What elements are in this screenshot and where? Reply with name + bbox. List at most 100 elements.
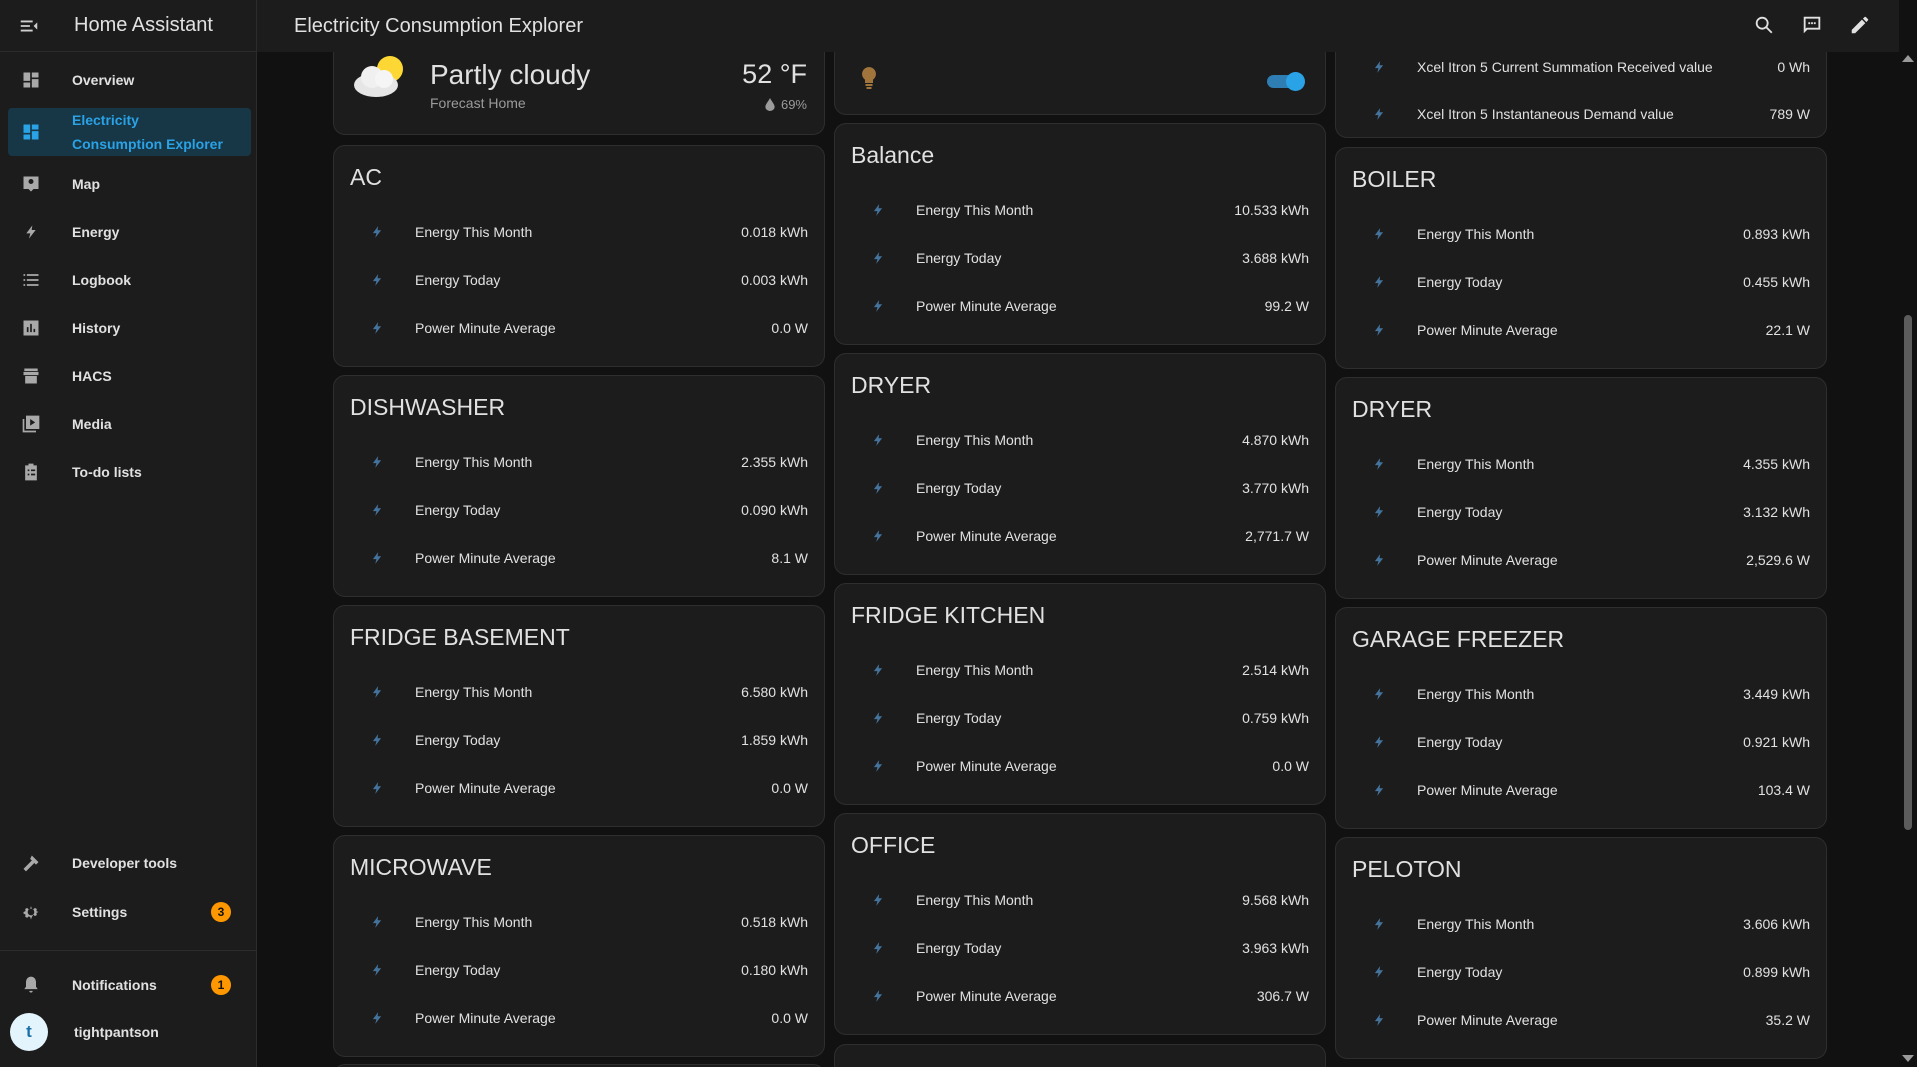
entity-row[interactable]: Energy Today 3.963 kWh <box>851 928 1309 968</box>
sidebar-item-map[interactable]: Map <box>8 170 251 198</box>
entity-value: 0.180 kWh <box>741 962 808 978</box>
sidebar-item-logbook[interactable]: Logbook <box>8 266 251 294</box>
search-icon[interactable] <box>1751 12 1777 38</box>
entity-row[interactable]: Energy Today 1.859 kWh <box>350 720 808 760</box>
entity-row[interactable]: Energy This Month 4.355 kWh <box>1352 444 1810 484</box>
device-card-boiler: BOILER Energy This Month 0.893 kWh Energy T… <box>1335 147 1827 369</box>
device-card-microwave: MICROWAVE Energy This Month 0.518 kWh Energ… <box>333 835 825 1057</box>
entity-row[interactable]: Energy This Month 0.893 kWh <box>1352 214 1810 254</box>
entity-name: Power Minute Average <box>916 298 1057 314</box>
entity-row[interactable]: Power Minute Average 103.4 W <box>1352 770 1810 810</box>
entity-row[interactable]: Energy Today 0.455 kWh <box>1352 262 1810 302</box>
entity-row[interactable]: Energy This Month 0.018 kWh <box>350 212 808 252</box>
entity-row[interactable]: Power Minute Average 306.7 W <box>851 976 1309 1016</box>
entity-row[interactable]: Energy Today 0.003 kWh <box>350 260 808 300</box>
card-title: DISHWASHER <box>350 394 506 420</box>
entity-row[interactable]: Energy Today 3.770 kWh <box>851 468 1309 508</box>
entity-name: Energy Today <box>916 710 1002 726</box>
scrollbar-thumb[interactable] <box>1904 315 1912 830</box>
sidebar-header: Home Assistant <box>0 0 256 52</box>
entity-row[interactable]: Energy Today 0.759 kWh <box>851 698 1309 738</box>
sidebar-item-developer-tools[interactable]: Developer tools <box>8 849 251 877</box>
assist-chat-icon[interactable] <box>1799 12 1825 38</box>
entity-row[interactable]: Energy Today 0.921 kWh <box>1352 722 1810 762</box>
sidebar-divider <box>0 950 257 951</box>
sidebar-item-history[interactable]: History <box>8 314 251 342</box>
sidebar-item-hacs[interactable]: HACS <box>8 362 251 390</box>
entity-row[interactable]: Energy Today 0.899 kWh <box>1352 952 1810 992</box>
entity-value: 103.4 W <box>1757 782 1810 798</box>
entity-name: Xcel Itron 5 Instantaneous Demand value <box>1417 106 1674 122</box>
sidebar-item-media[interactable]: Media <box>8 410 251 438</box>
entity-row[interactable]: Power Minute Average 0.0 W <box>851 746 1309 786</box>
entity-row[interactable]: Power Minute Average 22.1 W <box>1352 310 1810 350</box>
entity-row[interactable]: Energy This Month 2.514 kWh <box>851 650 1309 690</box>
sidebar-item-to-do-lists[interactable]: To-do lists <box>8 458 251 486</box>
weather-card[interactable]: Partly cloudy Forecast Home 52 °F 69% <box>333 52 825 135</box>
dashboard-icon <box>20 69 42 91</box>
entity-row[interactable]: Xcel Itron 5 Current Summation Received … <box>1352 52 1810 87</box>
device-card-balance: Balance Energy This Month 10.533 kWh Energy… <box>834 123 1326 345</box>
sidebar-item-overview[interactable]: Overview <box>8 66 251 94</box>
entity-name: Energy This Month <box>916 662 1034 678</box>
entity-row[interactable]: Energy Today 3.688 kWh <box>851 238 1309 278</box>
settings-badge: 3 <box>211 902 231 922</box>
menu-collapse-icon[interactable] <box>18 15 48 37</box>
sidebar-item-label: Logbook <box>72 272 132 288</box>
sidebar-item-energy[interactable]: Energy <box>8 218 251 246</box>
entity-row[interactable]: Power Minute Average 2,529.6 W <box>1352 540 1810 580</box>
partly-cloudy-icon <box>350 52 410 106</box>
entity-row[interactable]: Power Minute Average 0.0 W <box>350 768 808 808</box>
entity-row[interactable]: Energy This Month 9.568 kWh <box>851 880 1309 920</box>
entity-row[interactable]: Energy This Month 3.449 kWh <box>1352 674 1810 714</box>
entity-row[interactable]: Power Minute Average 99.2 W <box>851 286 1309 326</box>
humidity-value: 69% <box>780 97 807 112</box>
entity-row[interactable]: Energy This Month 6.580 kWh <box>350 672 808 712</box>
lightning-icon <box>866 297 890 315</box>
sidebar-item-label: HACS <box>72 368 112 384</box>
lightning-icon <box>1367 321 1391 339</box>
scroll-up-arrow[interactable] <box>1902 55 1914 62</box>
hammer-icon <box>20 852 42 874</box>
entity-row[interactable]: Energy This Month 2.355 kWh <box>350 442 808 482</box>
lightning-icon <box>866 661 890 679</box>
device-card-dryer: DRYER Energy This Month 4.355 kWh Energy To… <box>1335 377 1827 599</box>
entity-row[interactable]: Energy This Month 4.870 kWh <box>851 420 1309 460</box>
entity-value: 10.533 kWh <box>1234 202 1309 218</box>
entity-value: 4.870 kWh <box>1242 432 1309 448</box>
entity-row[interactable]: Energy Today 0.090 kWh <box>350 490 808 530</box>
lightning-icon <box>365 731 389 749</box>
entity-row[interactable]: Power Minute Average 8.1 W <box>350 538 808 578</box>
device-card-garage-freezer: GARAGE FREEZER Energy This Month 3.449 kWh… <box>1335 607 1827 829</box>
card-title: GARAGE FREEZER <box>1352 626 1565 652</box>
entity-name: Energy This Month <box>415 224 533 240</box>
sidebar-item-electricity-consumption-explorer[interactable]: Electricity Consumption Explorer <box>8 108 251 156</box>
entity-row[interactable]: Power Minute Average 0.0 W <box>350 308 808 348</box>
entity-row[interactable]: Power Minute Average 0.0 W <box>350 998 808 1038</box>
sidebar-item-settings[interactable]: Settings 3 <box>8 898 251 926</box>
map-icon <box>20 173 42 195</box>
scroll-down-arrow[interactable] <box>1902 1055 1914 1062</box>
light-toggle-switch[interactable] <box>1267 72 1305 91</box>
entity-row[interactable]: Power Minute Average 35.2 W <box>1352 1000 1810 1040</box>
lightning-icon <box>866 939 890 957</box>
entity-row[interactable]: Power Minute Average 2,771.7 W <box>851 516 1309 556</box>
sidebar-item-user[interactable]: t tightpantson <box>8 1012 251 1052</box>
chart-icon <box>20 317 42 339</box>
entity-row[interactable]: Energy Today 3.132 kWh <box>1352 492 1810 532</box>
entity-row[interactable]: Xcel Itron 5 Instantaneous Demand value … <box>1352 94 1810 134</box>
entity-value: 35.2 W <box>1765 1012 1810 1028</box>
card-title: AC <box>350 164 382 190</box>
entity-row[interactable]: Energy This Month 10.533 kWh <box>851 190 1309 230</box>
lightning-icon <box>365 961 389 979</box>
lightning-icon <box>1367 503 1391 521</box>
sidebar-item-notifications[interactable]: Notifications 1 <box>8 971 251 999</box>
entity-row[interactable]: Energy This Month 3.606 kWh <box>1352 904 1810 944</box>
entity-value: 2.514 kWh <box>1242 662 1309 678</box>
entity-row[interactable]: Energy This Month 0.518 kWh <box>350 902 808 942</box>
edit-pencil-icon[interactable] <box>1847 12 1873 38</box>
light-toggle-card[interactable] <box>834 52 1326 115</box>
lightning-icon <box>866 201 890 219</box>
gear-icon <box>20 901 42 923</box>
entity-row[interactable]: Energy Today 0.180 kWh <box>350 950 808 990</box>
